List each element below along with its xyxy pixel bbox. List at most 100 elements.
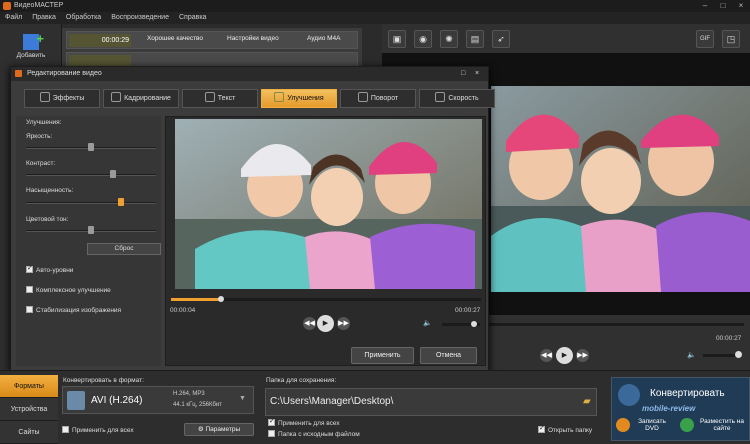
film-icon[interactable]: ▤ — [466, 30, 484, 48]
hue-knob[interactable] — [88, 226, 94, 234]
minimize-button[interactable]: – — [696, 0, 714, 12]
apply-all-save-box[interactable] — [268, 417, 275, 426]
apply-button[interactable]: Применить — [351, 347, 414, 364]
dialog-timeline-knob[interactable] — [218, 296, 224, 302]
dialog-timeline[interactable] — [171, 296, 481, 302]
main-volume-slider[interactable] — [703, 351, 742, 358]
apply-all-format-box[interactable] — [62, 426, 69, 433]
dialog-timeline-fill — [171, 298, 221, 301]
dialog-next-button[interactable]: ▶▶ — [337, 317, 350, 330]
file-thumbnail: 00:00:29 — [69, 34, 131, 47]
apply-all-save-label: Применить для всех — [278, 420, 340, 427]
complex-box[interactable] — [26, 286, 33, 293]
brightness-knob[interactable] — [88, 143, 94, 151]
dialog-prev-button[interactable]: ◀◀ — [303, 317, 316, 330]
auto-levels-checkbox[interactable]: Авто-уровни — [26, 264, 73, 274]
add-file-icon — [23, 31, 44, 50]
nav-sites[interactable]: Сайты — [0, 421, 58, 444]
dialog-volume-slider[interactable] — [442, 321, 480, 327]
burn-dvd-button[interactable]: Записать DVD — [634, 418, 670, 432]
tab-text[interactable]: Текст — [182, 89, 258, 108]
stabilize-checkbox[interactable]: Стабилизация изображения — [26, 306, 121, 314]
apply-all-format-checkbox[interactable]: Применить для всех — [62, 426, 134, 434]
preview-toolbar: ▣ ◉ ✺ ▤ ➶ GIF ◳ — [382, 30, 750, 52]
tab-rotate[interactable]: Поворот — [340, 89, 416, 108]
dialog-volume-icon[interactable]: 🔈 — [421, 317, 434, 330]
list-item[interactable]: 00:00:29 Хорошее качество Настройки виде… — [66, 31, 358, 49]
menu-help[interactable]: Справка — [179, 14, 206, 21]
params-label: Параметры — [205, 426, 241, 433]
hue-slider[interactable] — [26, 226, 156, 234]
tab-enhance-label: Улучшения — [287, 95, 324, 102]
auto-levels-box[interactable] — [26, 264, 33, 273]
convert-icon[interactable] — [618, 384, 640, 406]
rotate-icon[interactable]: ◉ — [414, 30, 432, 48]
upload-button[interactable]: Разместить на сайте — [698, 418, 746, 432]
format-selector[interactable]: AVI (H.264) H.264, MP3 44.1 кГц, 256Кбит… — [62, 386, 254, 414]
dialog-close-button[interactable]: × — [475, 67, 479, 81]
tab-enhance[interactable]: Улучшения — [261, 89, 337, 108]
video-settings-label[interactable]: Настройки видео — [227, 35, 279, 42]
main-preview-image — [491, 86, 750, 292]
tab-crop[interactable]: Кадрирование — [103, 89, 179, 108]
folder-icon[interactable]: ▰ — [583, 396, 591, 407]
open-folder-checkbox[interactable]: Открыть папку — [538, 424, 592, 434]
reset-button[interactable]: Сброс — [87, 243, 161, 255]
dialog-play-button[interactable]: ▶ — [317, 315, 334, 332]
saturation-slider[interactable] — [26, 198, 156, 206]
complex-enhance-checkbox[interactable]: Комплексное улучшение — [26, 286, 111, 294]
format-codecs: H.264, MP3 — [173, 391, 205, 397]
menu-process[interactable]: Обработка — [66, 14, 101, 21]
tab-effects[interactable]: Эффекты — [24, 89, 100, 108]
brightness-label: Яркость: — [26, 133, 53, 140]
open-folder-box[interactable] — [538, 424, 545, 433]
tab-speed[interactable]: Скорость — [419, 89, 495, 108]
cancel-button[interactable]: Отмена — [420, 347, 477, 364]
params-button[interactable]: ⚙ Параметры — [184, 423, 254, 436]
fullscreen-icon[interactable]: ◳ — [722, 30, 740, 48]
dvd-icon[interactable] — [616, 418, 630, 432]
brightness-slider[interactable] — [26, 143, 156, 151]
contrast-label: Контраст: — [26, 160, 56, 167]
main-play-button[interactable]: ▶ — [556, 347, 573, 364]
tab-bar: Эффекты Кадрирование Текст Улучшения Пов… — [24, 89, 495, 109]
format-dropdown-icon[interactable]: ▼ — [239, 395, 246, 402]
contrast-knob[interactable] — [110, 170, 116, 178]
runner-icon[interactable]: ➶ — [492, 30, 510, 48]
add-button[interactable]: Добавить — [8, 31, 54, 66]
maximize-button[interactable]: □ — [714, 0, 732, 12]
close-button[interactable]: × — [732, 0, 750, 12]
audio-format-label[interactable]: Аудио M4A — [307, 35, 341, 42]
format-audio: 44.1 кГц, 256Кбит — [173, 402, 223, 408]
save-path-field[interactable]: C:\Users\Manager\Desktop\ — [265, 388, 597, 416]
tab-rotate-label: Поворот — [370, 95, 399, 102]
source-folder-box[interactable] — [268, 430, 275, 437]
avi-format-icon — [67, 391, 85, 410]
tab-crop-label: Кадрирование — [124, 95, 171, 102]
dialog-volume-knob[interactable] — [471, 321, 477, 327]
nav-formats[interactable]: Форматы — [0, 375, 58, 398]
dialog-title: Редактирование видео — [27, 70, 102, 77]
dialog-maximize-button[interactable]: □ — [461, 67, 465, 81]
crop-icon[interactable]: ▣ — [388, 30, 406, 48]
nav-devices[interactable]: Устройства — [0, 398, 58, 421]
convert-button[interactable]: Конвертировать — [650, 388, 725, 399]
menu-edit[interactable]: Правка — [32, 14, 56, 21]
convert-panel: Конвертировать mobile-review Записать DV… — [611, 377, 750, 441]
menu-file[interactable]: Файл — [5, 14, 22, 21]
gif-button[interactable]: GIF — [696, 30, 714, 48]
source-folder-checkbox[interactable]: Папка с исходным файлом — [268, 430, 360, 438]
edit-video-dialog: Редактирование видео □ × Эффекты Кадриро… — [10, 66, 495, 371]
add-label: Добавить — [16, 52, 46, 59]
volume-icon[interactable]: 🔈 — [685, 349, 698, 362]
menu-playback[interactable]: Воспроизведение — [111, 14, 169, 21]
apply-all-save-checkbox[interactable]: Применить для всех — [268, 417, 340, 427]
contrast-slider[interactable] — [26, 170, 156, 178]
stabilize-box[interactable] — [26, 306, 33, 313]
quality-label[interactable]: Хорошее качество — [147, 35, 203, 42]
brightness-icon[interactable]: ✺ — [440, 30, 458, 48]
next-frame-button[interactable]: ▶▶ — [576, 349, 589, 362]
upload-icon[interactable] — [680, 418, 694, 432]
prev-frame-button[interactable]: ◀◀ — [540, 349, 553, 362]
saturation-knob[interactable] — [118, 198, 124, 206]
